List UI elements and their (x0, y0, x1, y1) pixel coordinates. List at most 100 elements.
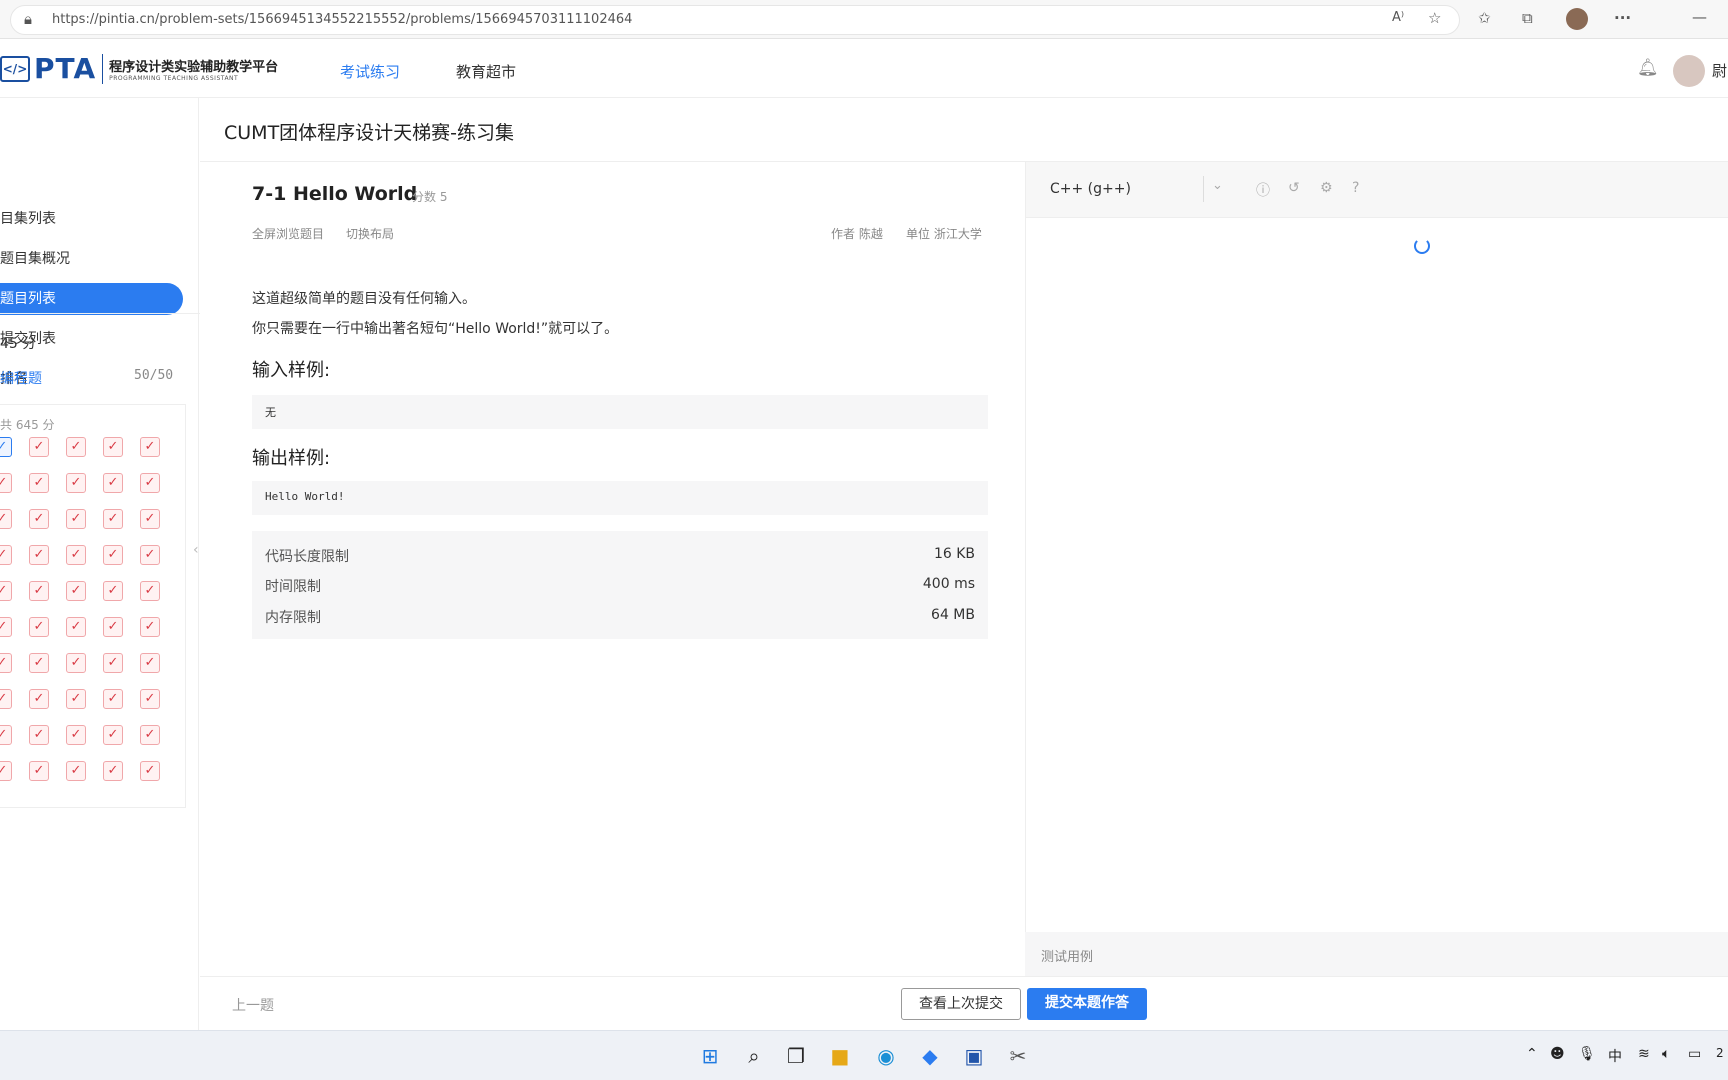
nav-exam-practice[interactable]: 考试练习 (340, 61, 400, 82)
lock-icon[interactable]: 🔒︎ (24, 10, 32, 28)
problem-cell[interactable]: ✓ (0, 509, 12, 529)
wifi-icon[interactable]: ≋ (1638, 1046, 1650, 1062)
problem-cell[interactable]: ✓ (103, 689, 123, 709)
code-editor-panel: C++ (g++) ⌄ ⓘ ↺ ⚙ ? (1025, 162, 1728, 932)
bell-icon[interactable]: 🔔︎ (1637, 58, 1659, 78)
problem-cell[interactable]: ✓ (140, 689, 160, 709)
photos-app-icon[interactable]: ▣ (962, 1044, 986, 1068)
problem-cell[interactable]: ✓ (140, 653, 160, 673)
problem-cell[interactable]: ✓ (103, 653, 123, 673)
problem-cell[interactable]: ✓ (29, 473, 49, 493)
problem-cell[interactable]: ✓ (29, 761, 49, 781)
problem-cell[interactable]: ✓ (140, 617, 160, 637)
collapse-sidebar-icon[interactable]: ‹ (193, 542, 199, 558)
problem-cell[interactable]: ✓ (140, 545, 160, 565)
language-select[interactable]: C++ (g++) (1050, 181, 1131, 197)
problem-cell[interactable]: ✓ (29, 437, 49, 457)
category-programming[interactable]: 编程题 (0, 368, 42, 388)
vscode-icon[interactable]: ◆ (918, 1044, 942, 1068)
problem-cell[interactable]: ✓ (103, 725, 123, 745)
problem-cell[interactable]: ✓ (29, 509, 49, 529)
clock[interactable]: 2 (1716, 1046, 1724, 1060)
favorites-icon[interactable]: ✩ (1478, 9, 1491, 27)
problem-cell[interactable]: ✓ (0, 725, 12, 745)
view-last-submission-button[interactable]: 查看上次提交 (901, 988, 1021, 1020)
problem-cell[interactable]: ✓ (66, 725, 86, 745)
problem-cell[interactable]: ✓ (103, 617, 123, 637)
fullscreen-link[interactable]: 全屏浏览题目 (252, 225, 324, 242)
user-name[interactable]: 尉 (1712, 60, 1727, 81)
chevron-down-icon[interactable]: ⌄ (1212, 178, 1223, 193)
problem-cell[interactable]: ✓ (29, 617, 49, 637)
problem-cell[interactable]: ✓ (0, 617, 12, 637)
pta-logo[interactable]: </> PTA 程序设计类实验辅助教学平台 PROGRAMMING TEACHI… (0, 52, 278, 85)
problem-cell[interactable]: ✓ (66, 545, 86, 565)
qq-icon[interactable]: ☻ (1550, 1046, 1565, 1062)
problem-cell[interactable]: ✓ (29, 581, 49, 601)
problem-cell[interactable]: ✓ (66, 653, 86, 673)
search-icon[interactable]: ⌕ (742, 1044, 766, 1068)
problem-cell[interactable]: ✓ (66, 617, 86, 637)
sidebar-item-problem-list[interactable]: 题目列表 (0, 283, 183, 315)
problem-cell[interactable]: ✓ (66, 581, 86, 601)
problem-cell[interactable]: ✓ (140, 473, 160, 493)
task-view-icon[interactable]: ❐ (784, 1044, 808, 1068)
problem-cell[interactable]: ✓ (0, 437, 12, 457)
problem-cell[interactable]: ✓ (140, 761, 160, 781)
windows-start-icon[interactable]: ⊞ (698, 1044, 722, 1068)
file-explorer-icon[interactable]: ■ (828, 1044, 852, 1068)
problem-cell[interactable]: ✓ (103, 761, 123, 781)
problem-cell[interactable]: ✓ (0, 653, 12, 673)
problem-cell[interactable]: ✓ (103, 581, 123, 601)
url-text[interactable]: https://pintia.cn/problem-sets/156694513… (52, 12, 632, 27)
volume-icon[interactable]: 🔈︎ (1662, 1046, 1670, 1062)
microphone-icon[interactable]: 🎙︎ (1578, 1046, 1596, 1062)
problem-cell[interactable]: ✓ (66, 689, 86, 709)
prev-problem-link[interactable]: 上一题 (232, 995, 274, 1015)
switch-layout-link[interactable]: 切换布局 (346, 225, 394, 242)
testcase-panel[interactable]: 测试用例 (1025, 932, 1728, 976)
ime-indicator[interactable]: 中 (1608, 1046, 1622, 1066)
problem-cell[interactable]: ✓ (0, 545, 12, 565)
show-hidden-icons-icon[interactable]: ⌃ (1526, 1046, 1538, 1062)
problem-cell[interactable]: ✓ (140, 581, 160, 601)
minimize-button[interactable]: — (1692, 8, 1707, 26)
edge-browser-icon[interactable]: ◉ (874, 1044, 898, 1068)
question-icon[interactable]: ? (1352, 180, 1359, 196)
problem-cell[interactable]: ✓ (103, 437, 123, 457)
problem-cell[interactable]: ✓ (0, 581, 12, 601)
problem-cell[interactable]: ✓ (29, 689, 49, 709)
problem-cell[interactable]: ✓ (66, 509, 86, 529)
profile-avatar[interactable] (1566, 8, 1588, 30)
problem-cell[interactable]: ✓ (66, 437, 86, 457)
snipping-tool-icon[interactable]: ✂ (1006, 1044, 1030, 1068)
star-add-icon[interactable]: ☆ (1428, 9, 1441, 27)
sidebar-item-set-overview[interactable]: 题目集概况 (0, 243, 183, 275)
problem-cell[interactable]: ✓ (0, 689, 12, 709)
problem-cell[interactable]: ✓ (66, 761, 86, 781)
problem-cell[interactable]: ✓ (66, 473, 86, 493)
problem-author: 作者 陈越 (831, 227, 883, 241)
read-aloud-icon[interactable]: A⁾ (1392, 10, 1404, 25)
history-icon[interactable]: ↺ (1288, 180, 1300, 196)
sidebar-item-set-list[interactable]: 目集列表 (0, 203, 183, 235)
problem-cell[interactable]: ✓ (29, 653, 49, 673)
nav-edu-market[interactable]: 教育超市 (456, 61, 516, 82)
submit-button[interactable]: 提交本题作答 (1027, 988, 1147, 1020)
problem-cell[interactable]: ✓ (29, 725, 49, 745)
problem-cell[interactable]: ✓ (140, 437, 160, 457)
problem-cell[interactable]: ✓ (103, 473, 123, 493)
help-icon[interactable]: ⓘ (1256, 180, 1270, 200)
user-avatar[interactable] (1673, 55, 1705, 87)
problem-cell[interactable]: ✓ (103, 509, 123, 529)
gear-icon[interactable]: ⚙ (1320, 180, 1333, 196)
problem-cell[interactable]: ✓ (0, 473, 12, 493)
collections-icon[interactable]: ⧉ (1522, 9, 1533, 27)
problem-cell[interactable]: ✓ (103, 545, 123, 565)
problem-cell[interactable]: ✓ (0, 761, 12, 781)
problem-cell[interactable]: ✓ (140, 509, 160, 529)
battery-icon[interactable]: ▭ (1688, 1046, 1701, 1062)
problem-cell[interactable]: ✓ (140, 725, 160, 745)
problem-cell[interactable]: ✓ (29, 545, 49, 565)
menu-icon[interactable]: ··· (1614, 9, 1631, 27)
